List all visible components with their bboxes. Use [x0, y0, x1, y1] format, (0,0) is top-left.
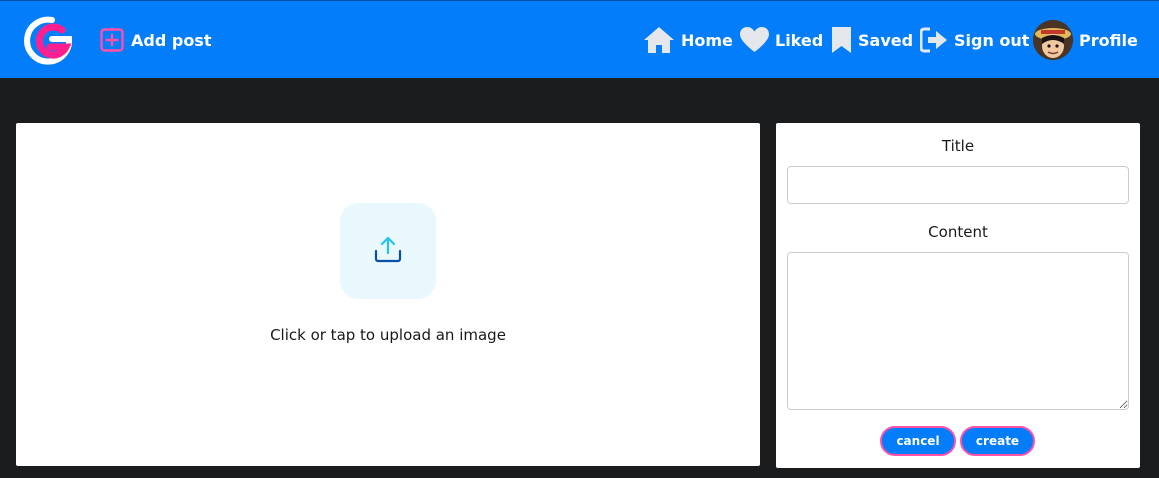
image-upload-area[interactable]: Click or tap to upload an image [16, 123, 760, 466]
avatar [1033, 20, 1073, 60]
post-form: Title Content cancel create [776, 123, 1140, 468]
nav-sign-out[interactable]: Sign out [920, 23, 1029, 57]
top-navbar: Add post Home Liked Saved Sign out Profi… [0, 0, 1159, 78]
nav-home-label: Home [681, 30, 733, 50]
upload-icon [373, 234, 403, 268]
create-button[interactable]: create [960, 426, 1035, 456]
nav-profile[interactable]: Profile [1033, 20, 1138, 60]
title-input[interactable] [787, 166, 1129, 204]
content-label: Content [928, 223, 988, 241]
nav-liked-label: Liked [775, 30, 824, 50]
nav-home[interactable]: Home [643, 23, 733, 57]
content-textarea[interactable] [787, 252, 1129, 410]
upload-instruction-text: Click or tap to upload an image [270, 326, 506, 344]
sign-out-icon [920, 27, 948, 53]
plus-square-icon [100, 28, 124, 52]
nav-saved[interactable]: Saved [831, 23, 913, 57]
home-icon [643, 26, 675, 54]
upload-icon-box [340, 203, 436, 299]
nav-sign-out-label: Sign out [954, 30, 1030, 50]
title-label: Title [941, 137, 975, 155]
nav-liked[interactable]: Liked [740, 23, 823, 57]
g-logo-icon[interactable] [22, 15, 74, 67]
add-post-button[interactable]: Add post [100, 23, 211, 57]
heart-icon [740, 27, 769, 53]
bookmark-icon [831, 26, 852, 54]
nav-saved-label: Saved [858, 30, 914, 50]
cancel-button[interactable]: cancel [880, 426, 956, 456]
add-post-label: Add post [131, 30, 212, 50]
nav-profile-label: Profile [1079, 30, 1138, 50]
